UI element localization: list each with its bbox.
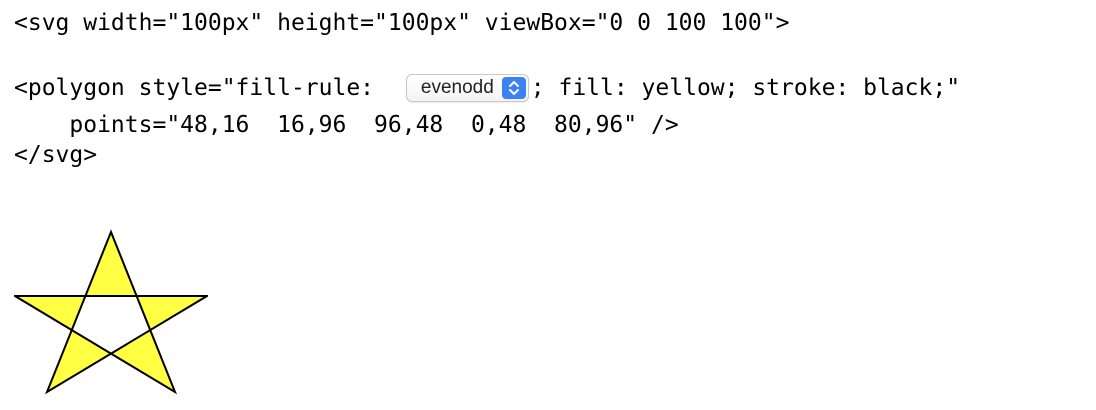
star-icon [11, 229, 211, 395]
svg-open-tag-line: <svg width="100px" height="100px" viewBo… [14, 10, 790, 36]
polygon-points-line: points="48,16 16,96 96,48 0,48 80,96" /> [14, 112, 679, 138]
fill-rule-selected-value: evenodd [420, 77, 494, 98]
polygon-style-prefix: <polygon style="fill-rule: [14, 75, 388, 101]
polygon-tag-line: <polygon style="fill-rule: evenodd ; fil… [14, 73, 960, 103]
chevron-up-down-icon [501, 77, 526, 99]
star-preview [11, 228, 211, 396]
fill-rule-select[interactable]: evenodd [405, 74, 529, 102]
svg-close-tag-line: </svg> [14, 142, 98, 168]
polygon-style-suffix: ; fill: yellow; stroke: black;" [530, 75, 961, 101]
star-polygon [11, 229, 211, 395]
